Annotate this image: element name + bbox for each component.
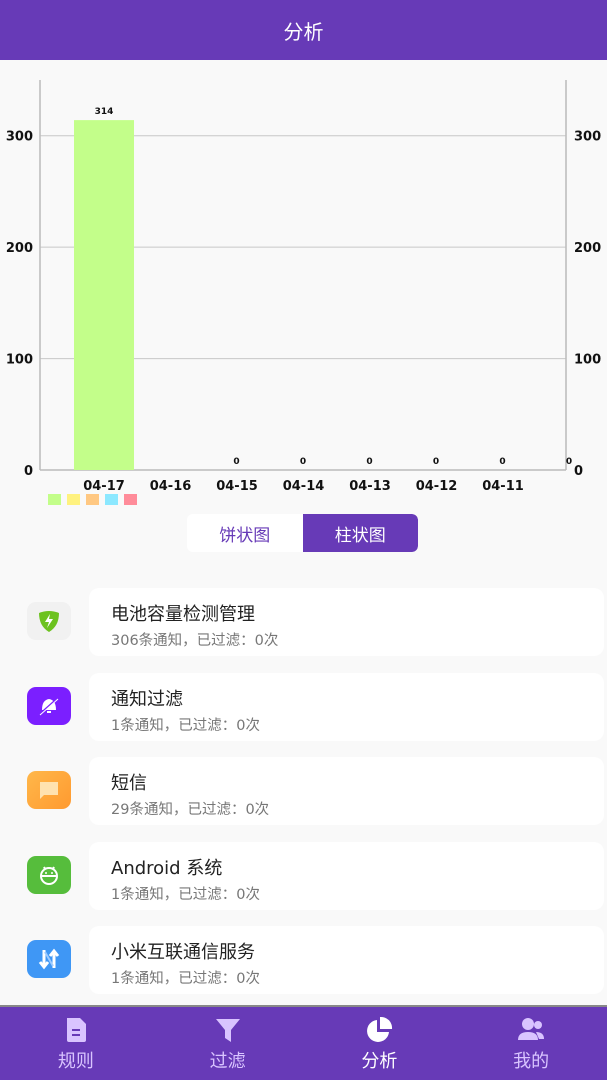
app-card[interactable]: 通知过滤 1条通知，已过滤：0次 bbox=[89, 672, 604, 741]
data-label: 0 bbox=[233, 457, 239, 467]
chart-type-toggle: 饼状图 柱状图 bbox=[187, 514, 418, 552]
app-stats: 306条通知，已过滤：0次 bbox=[111, 633, 279, 649]
app-list: 电池容量检测管理 306条通知，已过滤：0次 通知过滤 1条通知，已过滤：0次 … bbox=[0, 588, 607, 1011]
nav-tab-filter[interactable]: 过滤 bbox=[152, 1007, 304, 1080]
pie-chart-icon bbox=[367, 1016, 393, 1042]
y-tick-label-right: 0 bbox=[574, 464, 583, 479]
nav-label: 我的 bbox=[513, 1051, 550, 1072]
legend-swatch bbox=[105, 494, 118, 505]
android-icon bbox=[27, 855, 71, 894]
x-tick-label: 04-12 bbox=[416, 479, 458, 494]
bottom-nav: 规则 过滤 分析 我的 bbox=[0, 1005, 607, 1080]
app-card[interactable]: 电池容量检测管理 306条通知，已过滤：0次 bbox=[89, 588, 604, 656]
app-stats: 29条通知，已过滤：0次 bbox=[111, 802, 270, 818]
legend-swatch bbox=[124, 494, 137, 505]
nav-tab-mine[interactable]: 我的 bbox=[455, 1007, 607, 1080]
y-tick-label-right: 200 bbox=[574, 241, 601, 256]
list-item[interactable]: 通知过滤 1条通知，已过滤：0次 bbox=[0, 672, 607, 758]
app-name: 小米互联通信服务 bbox=[111, 942, 255, 963]
list-item[interactable]: 短信 29条通知，已过滤：0次 bbox=[0, 757, 607, 842]
list-item[interactable]: 电池容量检测管理 306条通知，已过滤：0次 bbox=[0, 588, 607, 673]
y-tick-label-left: 200 bbox=[6, 241, 33, 256]
data-label: 0 bbox=[366, 457, 372, 467]
data-label: 0 bbox=[433, 457, 439, 467]
app-stats: 1条通知，已过滤：0次 bbox=[111, 971, 260, 987]
nav-label: 分析 bbox=[361, 1051, 398, 1072]
app-name: Android 系统 bbox=[111, 857, 223, 879]
top-bar: 分析 bbox=[0, 0, 607, 60]
filter-icon bbox=[215, 1019, 240, 1042]
data-label: 314 bbox=[95, 107, 114, 117]
chart-legend bbox=[48, 494, 137, 505]
data-label: 0 bbox=[300, 457, 306, 467]
app-card[interactable]: Android 系统 1条通知，已过滤：0次 bbox=[89, 841, 604, 910]
app-name: 电池容量检测管理 bbox=[111, 604, 255, 625]
x-tick-label: 04-11 bbox=[482, 479, 524, 494]
app-name: 通知过滤 bbox=[111, 688, 183, 710]
legend-swatch bbox=[67, 494, 80, 505]
message-icon bbox=[27, 771, 71, 809]
x-tick-label: 04-15 bbox=[216, 479, 258, 494]
bar-chart-tab[interactable]: 柱状图 bbox=[302, 514, 418, 552]
x-tick-label: 04-13 bbox=[349, 479, 391, 494]
x-tick-label: 04-16 bbox=[150, 479, 192, 494]
app-name: 短信 bbox=[111, 773, 147, 794]
app-card[interactable]: 小米互联通信服务 1条通知，已过滤：0次 bbox=[89, 926, 604, 994]
data-label: 0 bbox=[566, 457, 572, 467]
document-icon bbox=[66, 1018, 86, 1042]
y-tick-label-left: 100 bbox=[6, 353, 33, 368]
legend-swatch bbox=[48, 494, 61, 505]
app-stats: 1条通知，已过滤：0次 bbox=[111, 717, 260, 734]
bar bbox=[74, 120, 134, 470]
nav-label: 规则 bbox=[57, 1051, 94, 1072]
list-item[interactable]: 小米互联通信服务 1条通知，已过滤：0次 bbox=[0, 926, 607, 1011]
transfer-icon bbox=[27, 940, 71, 978]
bar-chart-svg: 0 0100 100200 200300 30031404-17004-16004-15… bbox=[6, 80, 601, 494]
app-stats: 1条通知，已过滤：0次 bbox=[111, 886, 260, 903]
pie-chart-tab[interactable]: 饼状图 bbox=[187, 514, 303, 552]
data-label: 0 bbox=[499, 457, 505, 467]
x-tick-label: 04-14 bbox=[283, 479, 325, 494]
battery-shield-icon bbox=[27, 602, 71, 640]
bar-chart: 0 0 100 100 200 200 300 300 314 04-17 0 04-16 0 04-15… bbox=[0, 60, 607, 510]
bell-off-icon bbox=[27, 686, 71, 725]
y-tick-label-right: 100 bbox=[574, 353, 601, 368]
y-tick-label-left: 300 bbox=[6, 130, 33, 145]
nav-label: 过滤 bbox=[209, 1051, 246, 1072]
list-item[interactable]: Android 系统 1条通知，已过滤：0次 bbox=[0, 841, 607, 927]
nav-tab-rules[interactable]: 规则 bbox=[0, 1007, 152, 1080]
y-tick-label-left: 0 bbox=[24, 464, 33, 479]
x-tick-label: 04-17 bbox=[83, 479, 125, 494]
nav-tab-analysis[interactable]: 分析 bbox=[304, 1007, 456, 1080]
app-card[interactable]: 短信 29条通知，已过滤：0次 bbox=[89, 757, 604, 825]
legend-swatch bbox=[86, 494, 99, 505]
y-tick-label-right: 300 bbox=[574, 130, 601, 145]
users-icon bbox=[518, 1018, 545, 1040]
page-title: 分析 bbox=[283, 19, 324, 44]
